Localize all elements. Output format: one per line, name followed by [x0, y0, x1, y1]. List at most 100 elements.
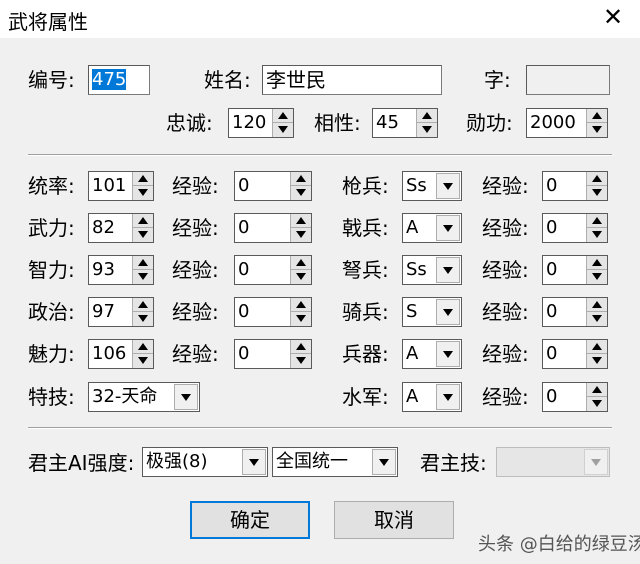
spin-down-icon[interactable]: [587, 123, 607, 137]
spin-down-icon[interactable]: [291, 270, 311, 284]
troop-exp-label: 经验:: [482, 216, 529, 240]
chevron-down-icon[interactable]: [436, 341, 460, 367]
cancel-button[interactable]: 取消: [334, 501, 454, 539]
ai-strength-label: 君主AI强度:: [28, 451, 135, 475]
spin-up-icon[interactable]: [291, 256, 311, 270]
skill-select[interactable]: 32-天命: [88, 382, 200, 412]
stat-spinner[interactable]: 97: [88, 297, 154, 327]
stat-label: 统率:: [28, 174, 75, 198]
spin-down-icon[interactable]: [417, 123, 437, 137]
spin-up-icon[interactable]: [133, 214, 153, 228]
spin-up-icon[interactable]: [273, 109, 293, 123]
lord-skill-select[interactable]: [496, 447, 610, 477]
spin-up-icon[interactable]: [133, 256, 153, 270]
spin-up-icon[interactable]: [587, 383, 607, 397]
spin-down-icon[interactable]: [133, 354, 153, 368]
spin-up-icon[interactable]: [587, 256, 607, 270]
troop-aptitude-select[interactable]: Ss: [402, 171, 462, 201]
id-field[interactable]: 475: [88, 65, 150, 95]
troop-aptitude-select[interactable]: S: [402, 297, 462, 327]
chevron-down-icon[interactable]: [174, 384, 198, 410]
stat-exp-spinner[interactable]: 0: [234, 213, 312, 243]
ai-strength-select[interactable]: 极强(8): [142, 447, 268, 477]
spin-down-icon[interactable]: [133, 270, 153, 284]
chevron-down-icon: [584, 449, 608, 475]
spin-down-icon[interactable]: [587, 397, 607, 411]
stat-exp-spinner[interactable]: 0: [234, 255, 312, 285]
troop-aptitude-select[interactable]: A: [402, 382, 462, 412]
troop-aptitude-select[interactable]: A: [402, 339, 462, 369]
spin-down-icon[interactable]: [587, 228, 607, 242]
spin-down-icon[interactable]: [587, 312, 607, 326]
stat-spinner[interactable]: 106: [88, 339, 154, 369]
troop-exp-spinner[interactable]: 0: [542, 213, 608, 243]
loyalty-spinner[interactable]: 120: [228, 108, 294, 138]
spin-down-icon[interactable]: [291, 354, 311, 368]
spin-down-icon[interactable]: [587, 186, 607, 200]
chevron-down-icon[interactable]: [436, 173, 460, 199]
stat-value: 93: [92, 259, 115, 280]
spin-down-icon[interactable]: [587, 270, 607, 284]
ai-goal-select[interactable]: 全国统一: [272, 447, 398, 477]
spin-down-icon[interactable]: [291, 312, 311, 326]
spin-up-icon[interactable]: [291, 298, 311, 312]
troop-exp-label: 经验:: [482, 385, 529, 409]
troop-exp-spinner[interactable]: 0: [542, 171, 608, 201]
spin-down-icon[interactable]: [133, 228, 153, 242]
stat-exp-spinner[interactable]: 0: [234, 297, 312, 327]
zi-field[interactable]: [526, 65, 610, 95]
lord-skill-label: 君主技:: [420, 451, 487, 475]
merit-spinner[interactable]: 2000: [526, 108, 608, 138]
name-field[interactable]: 李世民: [262, 65, 442, 95]
affinity-label: 相性:: [314, 111, 361, 135]
chevron-down-icon[interactable]: [436, 257, 460, 283]
ai-goal-value: 全国统一: [276, 451, 348, 472]
troop-aptitude-select[interactable]: Ss: [402, 255, 462, 285]
loyalty-value: 120: [232, 112, 267, 133]
title-bar: 武将属性 ✕: [0, 0, 640, 38]
spin-down-icon[interactable]: [133, 186, 153, 200]
spin-up-icon[interactable]: [587, 214, 607, 228]
skill-label: 特技:: [28, 385, 75, 409]
chevron-down-icon[interactable]: [372, 449, 396, 475]
affinity-spinner[interactable]: 45: [372, 108, 438, 138]
chevron-down-icon[interactable]: [436, 299, 460, 325]
stat-spinner[interactable]: 93: [88, 255, 154, 285]
chevron-down-icon[interactable]: [242, 449, 266, 475]
spin-up-icon[interactable]: [291, 214, 311, 228]
troop-exp-spinner[interactable]: 0: [542, 339, 608, 369]
spin-up-icon[interactable]: [587, 172, 607, 186]
spin-down-icon[interactable]: [587, 354, 607, 368]
stat-spinner[interactable]: 82: [88, 213, 154, 243]
spin-down-icon[interactable]: [273, 123, 293, 137]
chevron-down-icon[interactable]: [436, 384, 460, 410]
stat-label: 武力:: [28, 216, 75, 240]
stat-exp-label: 经验:: [172, 300, 219, 324]
spin-up-icon[interactable]: [587, 109, 607, 123]
spin-up-icon[interactable]: [133, 298, 153, 312]
spin-up-icon[interactable]: [417, 109, 437, 123]
stat-spinner[interactable]: 101: [88, 171, 154, 201]
troop-exp-label: 经验:: [482, 174, 529, 198]
chevron-down-icon[interactable]: [436, 215, 460, 241]
spin-up-icon[interactable]: [291, 172, 311, 186]
ok-button[interactable]: 确定: [190, 501, 310, 539]
stat-exp-spinner[interactable]: 0: [234, 339, 312, 369]
close-icon[interactable]: ✕: [600, 4, 626, 30]
affinity-value: 45: [376, 112, 399, 133]
stat-exp-spinner[interactable]: 0: [234, 171, 312, 201]
spin-up-icon[interactable]: [587, 340, 607, 354]
troop-exp-spinner[interactable]: 0: [542, 297, 608, 327]
spin-down-icon[interactable]: [291, 186, 311, 200]
spin-up-icon[interactable]: [587, 298, 607, 312]
spin-down-icon[interactable]: [291, 228, 311, 242]
troop-exp-spinner[interactable]: 0: [542, 255, 608, 285]
spin-down-icon[interactable]: [133, 312, 153, 326]
id-label: 编号:: [28, 68, 75, 92]
spin-up-icon[interactable]: [133, 172, 153, 186]
troop-exp-spinner[interactable]: 0: [542, 382, 608, 412]
spin-up-icon[interactable]: [133, 340, 153, 354]
spin-up-icon[interactable]: [291, 340, 311, 354]
troop-aptitude-select[interactable]: A: [402, 213, 462, 243]
stat-exp-value: 0: [238, 301, 250, 322]
